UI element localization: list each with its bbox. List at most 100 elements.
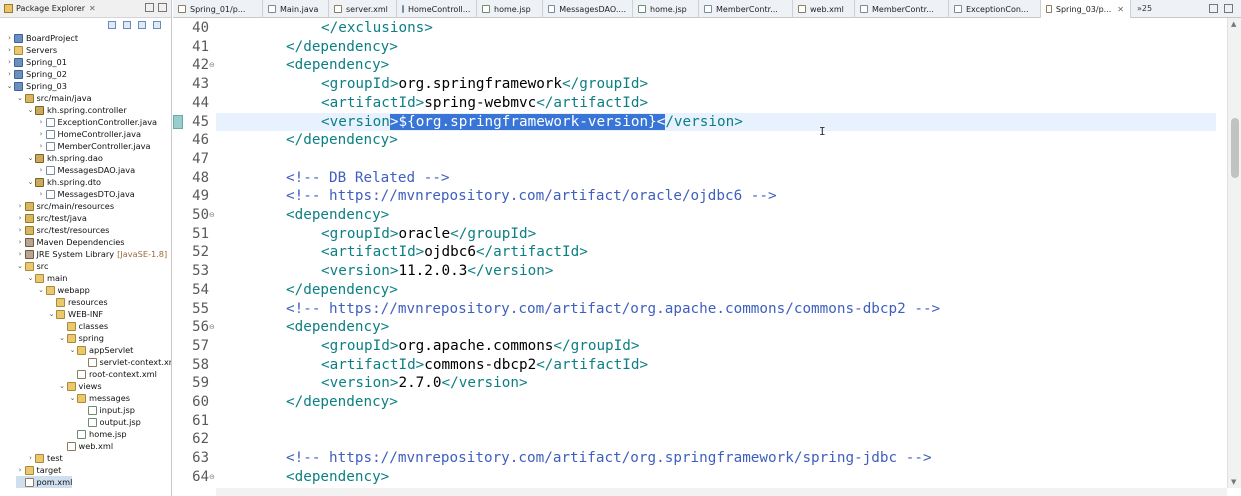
collapsed-arrow-icon[interactable]: › bbox=[16, 250, 25, 258]
expanded-arrow-icon[interactable]: ⌄ bbox=[26, 274, 35, 282]
package-explorer-title[interactable]: Package Explorer bbox=[16, 4, 85, 13]
collapsed-arrow-icon[interactable]: › bbox=[5, 46, 14, 54]
expanded-arrow-icon[interactable]: ⌄ bbox=[58, 334, 67, 342]
collapsed-arrow-icon[interactable]: › bbox=[16, 202, 25, 210]
collapsed-arrow-icon[interactable]: › bbox=[37, 118, 46, 126]
tree-item[interactable]: › src/test/java bbox=[16, 212, 87, 224]
code-line[interactable]: <dependency> bbox=[216, 468, 1216, 487]
editor-tab[interactable]: Spring_01/p... bbox=[173, 0, 263, 18]
tab-overflow-button[interactable]: »25 bbox=[1131, 0, 1158, 17]
expanded-arrow-icon[interactable]: ⌄ bbox=[68, 346, 77, 354]
tree-item[interactable]: › MessagesDAO.java bbox=[37, 164, 136, 176]
code-line[interactable]: <version>${org.springframework-version}<… bbox=[216, 112, 1216, 132]
collapsed-arrow-icon[interactable]: › bbox=[5, 34, 14, 42]
tree-item[interactable]: › MessagesDTO.java bbox=[37, 188, 135, 200]
tree-item[interactable]: input.jsp bbox=[79, 404, 135, 416]
tree-item[interactable]: › ExceptionController.java bbox=[37, 116, 157, 128]
tree-item[interactable]: › BoardProject bbox=[5, 32, 78, 44]
scroll-up-icon[interactable]: ▲ bbox=[1231, 20, 1236, 28]
code-line[interactable]: </exclusions> bbox=[216, 19, 1216, 38]
vertical-scrollbar-thumb[interactable] bbox=[1231, 118, 1239, 178]
tree-item[interactable]: › Spring_02 bbox=[5, 68, 67, 80]
close-icon[interactable]: ✕ bbox=[89, 4, 96, 13]
expanded-arrow-icon[interactable]: ⌄ bbox=[37, 286, 46, 294]
code-line[interactable]: <groupId>oracle</groupId> bbox=[216, 225, 1216, 244]
tree-item[interactable]: ⌄ spring bbox=[58, 332, 104, 344]
collapsed-arrow-icon[interactable]: › bbox=[37, 142, 46, 150]
code-line[interactable]: <artifactId>commons-dbcp2</artifactId> bbox=[216, 356, 1216, 375]
code-line[interactable]: <artifactId>spring-webmvc</artifactId> bbox=[216, 94, 1216, 113]
code-line[interactable]: </dependency> bbox=[216, 131, 1216, 150]
vertical-scrollbar[interactable]: ▲ ▼ bbox=[1227, 18, 1241, 488]
tree-item[interactable]: › JRE System Library [JavaSE-1.8] bbox=[16, 248, 168, 260]
code-line[interactable]: <version>11.2.0.3</version> bbox=[216, 262, 1216, 281]
code-line[interactable] bbox=[216, 412, 1216, 431]
editor-tab[interactable]: Main.java bbox=[263, 0, 329, 18]
expanded-arrow-icon[interactable]: ⌄ bbox=[16, 262, 25, 270]
tree-item[interactable]: ⌄ webapp bbox=[37, 284, 90, 296]
tree-item[interactable]: › test bbox=[26, 452, 63, 464]
expanded-arrow-icon[interactable]: ⌄ bbox=[26, 178, 35, 186]
editor-maximize-icon[interactable] bbox=[1224, 4, 1233, 13]
tree-item[interactable]: ⌄ messages bbox=[68, 392, 131, 404]
code-line[interactable]: <dependency> bbox=[216, 206, 1216, 225]
fold-toggle-icon[interactable]: ⊖ bbox=[209, 468, 215, 487]
code-line[interactable]: <groupId>org.apache.commons</groupId> bbox=[216, 337, 1216, 356]
tree-item[interactable]: ⌄ src bbox=[16, 260, 48, 272]
tree-item[interactable]: › target bbox=[16, 464, 62, 476]
collapsed-arrow-icon[interactable]: › bbox=[5, 70, 14, 78]
tree-item[interactable]: › Servers bbox=[5, 44, 57, 56]
collapsed-arrow-icon[interactable]: › bbox=[5, 58, 14, 66]
tree-item[interactable]: ⌄ appServlet bbox=[68, 344, 134, 356]
editor-tab[interactable]: ExceptionCon... bbox=[949, 0, 1041, 18]
fold-toggle-icon[interactable]: ⊖ bbox=[209, 206, 215, 225]
code-area[interactable]: </exclusions> </dependency> <dependency> <g… bbox=[216, 18, 1216, 488]
tree-item[interactable]: output.jsp bbox=[79, 416, 141, 428]
tree-item[interactable]: ⌄ Spring_03 bbox=[5, 80, 67, 92]
expanded-arrow-icon[interactable]: ⌄ bbox=[68, 394, 77, 402]
horizontal-scrollbar[interactable] bbox=[216, 488, 1227, 496]
collapse-all-icon[interactable] bbox=[108, 21, 116, 29]
tree-item[interactable]: › HomeController.java bbox=[37, 128, 141, 140]
fold-toggle-icon[interactable]: ⊖ bbox=[209, 318, 215, 337]
code-line[interactable] bbox=[216, 430, 1216, 449]
code-line[interactable]: <artifactId>ojdbc6</artifactId> bbox=[216, 243, 1216, 262]
expanded-arrow-icon[interactable]: ⌄ bbox=[47, 310, 56, 318]
tab-close-icon[interactable]: ✕ bbox=[1117, 5, 1124, 14]
code-line[interactable]: <groupId>org.springframework</groupId> bbox=[216, 75, 1216, 94]
minimize-icon[interactable] bbox=[145, 3, 154, 12]
tree-item[interactable]: resources bbox=[47, 296, 108, 308]
expanded-arrow-icon[interactable]: ⌄ bbox=[16, 94, 25, 102]
editor-tab[interactable]: home.jsp bbox=[477, 0, 543, 18]
tree-item[interactable]: ⌄ kh.spring.dto bbox=[26, 176, 101, 188]
editor-tab[interactable]: HomeControll... bbox=[397, 0, 477, 18]
collapsed-arrow-icon[interactable]: › bbox=[37, 166, 46, 174]
collapsed-arrow-icon[interactable]: › bbox=[16, 226, 25, 234]
editor-tab[interactable]: Spring_03/p... ✕ bbox=[1041, 0, 1131, 18]
code-line[interactable]: </dependency> bbox=[216, 393, 1216, 412]
tree-item[interactable]: classes bbox=[58, 320, 108, 332]
expanded-arrow-icon[interactable]: ⌄ bbox=[5, 82, 14, 90]
view-menu-icon[interactable] bbox=[153, 21, 161, 29]
tree-item[interactable]: ⌄ views bbox=[58, 380, 102, 392]
tree-item[interactable]: ⌄ src/main/java bbox=[16, 92, 92, 104]
editor-tab[interactable]: home.jsp bbox=[633, 0, 699, 18]
tree-item[interactable]: ⌄ kh.spring.dao bbox=[26, 152, 103, 164]
tree-item[interactable]: web.xml bbox=[58, 440, 113, 452]
collapsed-arrow-icon[interactable]: › bbox=[37, 130, 46, 138]
code-line[interactable]: <version>2.7.0</version> bbox=[216, 374, 1216, 393]
code-line[interactable]: <!-- https://mvnrepository.com/artifact/… bbox=[216, 187, 1216, 206]
editor-tab[interactable]: MemberContr... bbox=[699, 0, 793, 18]
maximize-icon[interactable] bbox=[158, 3, 167, 12]
tree-item[interactable]: › MemberController.java bbox=[37, 140, 151, 152]
code-line[interactable]: </dependency> bbox=[216, 281, 1216, 300]
code-line[interactable]: <dependency> bbox=[216, 56, 1216, 75]
tree-item[interactable]: home.jsp bbox=[68, 428, 127, 440]
scroll-down-icon[interactable]: ▼ bbox=[1231, 478, 1236, 486]
tree-item[interactable]: › src/main/resources bbox=[16, 200, 115, 212]
collapsed-arrow-icon[interactable]: › bbox=[16, 466, 25, 474]
code-line[interactable]: <!-- https://mvnrepository.com/artifact/… bbox=[216, 449, 1216, 468]
editor-tab[interactable]: MemberContr... bbox=[855, 0, 949, 18]
expanded-arrow-icon[interactable]: ⌄ bbox=[58, 382, 67, 390]
editor-minimize-icon[interactable] bbox=[1209, 4, 1218, 13]
